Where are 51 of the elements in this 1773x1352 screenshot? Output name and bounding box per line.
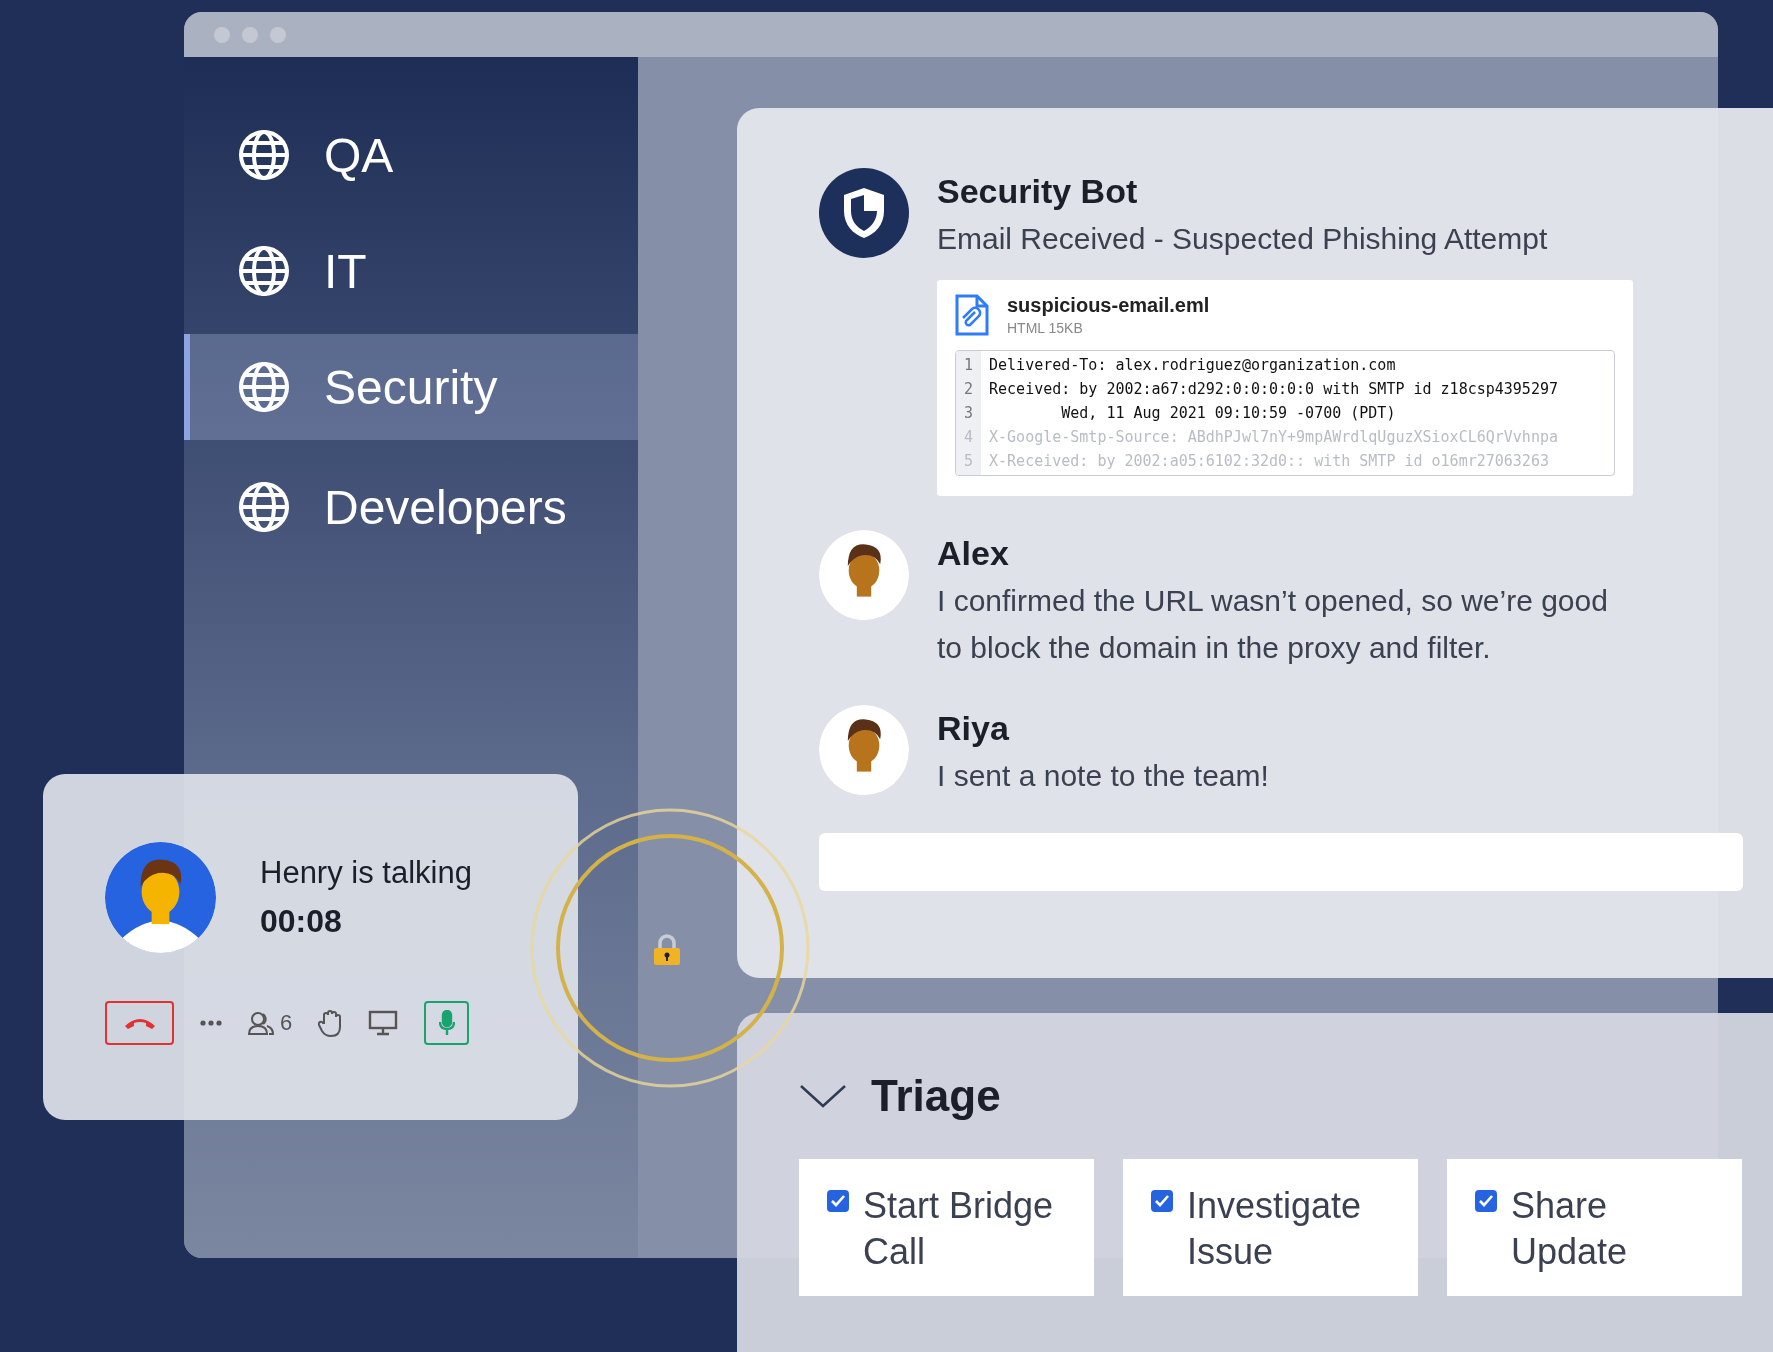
globe-icon: [238, 361, 290, 413]
participants-button[interactable]: 6: [248, 1001, 293, 1045]
code-line: X-Received: by 2002:a05:6102:32d0:: with SMTP id o16mr27063263: [989, 451, 1550, 472]
task-label: Investigate Issue: [1187, 1184, 1363, 1274]
author-name: Riya: [937, 709, 1010, 748]
chevron-icon[interactable]: [799, 1083, 847, 1109]
message-text: Email Received - Suspected Phishing Attempt: [937, 221, 1549, 257]
check-icon: [831, 1195, 845, 1207]
people-icon: [248, 1011, 274, 1035]
sidebar-item[interactable]: QA: [184, 102, 638, 208]
checkbox[interactable]: [1151, 1190, 1173, 1212]
file-name: suspicious-email.eml: [1007, 294, 1210, 317]
task-label: Share Update: [1511, 1184, 1629, 1274]
check-icon: [1479, 1195, 1493, 1207]
more-icon[interactable]: [200, 1020, 222, 1026]
lock-icon: [652, 934, 682, 966]
section-title: Triage: [871, 1071, 1001, 1121]
line-number: 1: [964, 355, 974, 376]
message-text: I sent a note to the team!: [937, 758, 1270, 794]
task-label: Start Bridge Call: [863, 1184, 1055, 1274]
globe-icon: [238, 245, 290, 297]
message-text: I confirmed the URL wasn’t opened, so we’re good to block the domain in the proxy and filter.: [937, 583, 1609, 666]
code-line: X-Google-Smtp-Source: ABdhPJwl7nY+9mpAWrdlqUguzXSioxCL6QrVvhnpa: [989, 427, 1558, 448]
window-dot[interactable]: [242, 26, 258, 43]
check-icon: [1155, 1195, 1169, 1207]
sidebar-item[interactable]: Developers: [184, 454, 638, 560]
window-dot[interactable]: [214, 26, 230, 43]
call-status: Henry is talking: [260, 855, 472, 891]
line-number: 3: [964, 403, 974, 424]
code-line: Delivered-To: alex.rodriguez@organization.com: [989, 355, 1397, 376]
code-line: Received: by 2002:a67:d292:0:0:0:0:0 with SMTP id z18csp4395297: [989, 379, 1558, 400]
author-name: Alex: [937, 534, 1010, 573]
code-line: Wed, 11 Aug 2021 09:10:59 -0700 (PDT): [1060, 403, 1397, 424]
checkbox[interactable]: [1475, 1190, 1497, 1212]
attachment-card[interactable]: [937, 280, 1633, 496]
checkbox[interactable]: [827, 1190, 849, 1212]
sidebar-item[interactable]: Security: [184, 334, 638, 440]
sidebar-item[interactable]: IT: [184, 218, 638, 324]
file-icon: [955, 294, 989, 336]
line-number: 2: [964, 379, 974, 400]
window-dot[interactable]: [270, 26, 286, 43]
message-input[interactable]: [819, 833, 1743, 891]
hang-up-button[interactable]: [105, 1001, 174, 1045]
globe-icon: [238, 481, 290, 533]
microphone-icon: [438, 1010, 455, 1036]
author-name: Security Bot: [937, 172, 1139, 211]
file-meta: HTML 15KB: [1007, 320, 1084, 336]
screen-share-icon[interactable]: [368, 1010, 399, 1036]
hand-icon[interactable]: [318, 1009, 343, 1037]
globe-icon: [238, 129, 290, 181]
call-timer: 00:08: [260, 903, 343, 940]
